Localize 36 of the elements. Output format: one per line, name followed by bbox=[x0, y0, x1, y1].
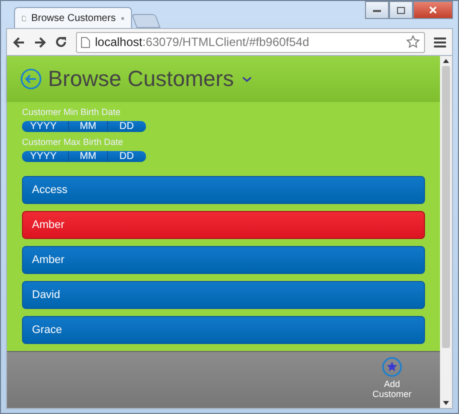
date-part: YYYY bbox=[29, 151, 58, 162]
menu-icon[interactable] bbox=[434, 36, 446, 48]
date-part: MM bbox=[68, 151, 108, 162]
scroll-down-icon[interactable] bbox=[443, 401, 449, 405]
page-icon bbox=[81, 36, 90, 48]
customer-item[interactable]: Amber bbox=[22, 246, 425, 274]
forward-icon[interactable] bbox=[34, 36, 46, 48]
field-label: Customer Min Birth Date bbox=[22, 107, 122, 117]
customer-item[interactable]: David bbox=[22, 281, 425, 309]
customer-item[interactable]: Amber bbox=[22, 211, 425, 239]
close-icon[interactable] bbox=[120, 14, 124, 22]
minimize-icon bbox=[373, 8, 381, 12]
close-icon bbox=[429, 6, 437, 14]
date-field[interactable]: YYYY MM DD bbox=[22, 151, 146, 162]
scrollbar[interactable] bbox=[440, 56, 452, 408]
minimize-button[interactable] bbox=[365, 1, 389, 19]
star-icon[interactable] bbox=[406, 35, 420, 49]
field-label: Customer Max Birth Date bbox=[22, 137, 124, 147]
close-button[interactable] bbox=[413, 1, 453, 19]
date-part: YYYY bbox=[29, 121, 58, 132]
date-field[interactable]: YYYY MM DD bbox=[22, 121, 146, 132]
maximize-icon bbox=[397, 6, 405, 14]
back-icon[interactable] bbox=[13, 36, 25, 48]
customer-item[interactable]: Access bbox=[22, 176, 425, 204]
scroll-up-icon[interactable] bbox=[443, 59, 449, 63]
customer-item[interactable]: Grace bbox=[22, 316, 425, 344]
date-part: DD bbox=[107, 121, 145, 132]
url-text: localhost:63079/HTMLClient/#fb960f54d bbox=[95, 35, 310, 49]
add-customer-button[interactable]: Add Customer bbox=[370, 352, 414, 408]
screen-title: Browse Customers bbox=[48, 66, 234, 92]
address-bar[interactable]: localhost:63079/HTMLClient/#fb960f54d bbox=[76, 32, 425, 52]
date-part: DD bbox=[107, 151, 145, 162]
browser-tab[interactable]: Browse Customers bbox=[14, 7, 132, 28]
reload-icon[interactable] bbox=[55, 36, 67, 48]
maximize-button[interactable] bbox=[389, 1, 413, 19]
date-part: MM bbox=[68, 121, 108, 132]
